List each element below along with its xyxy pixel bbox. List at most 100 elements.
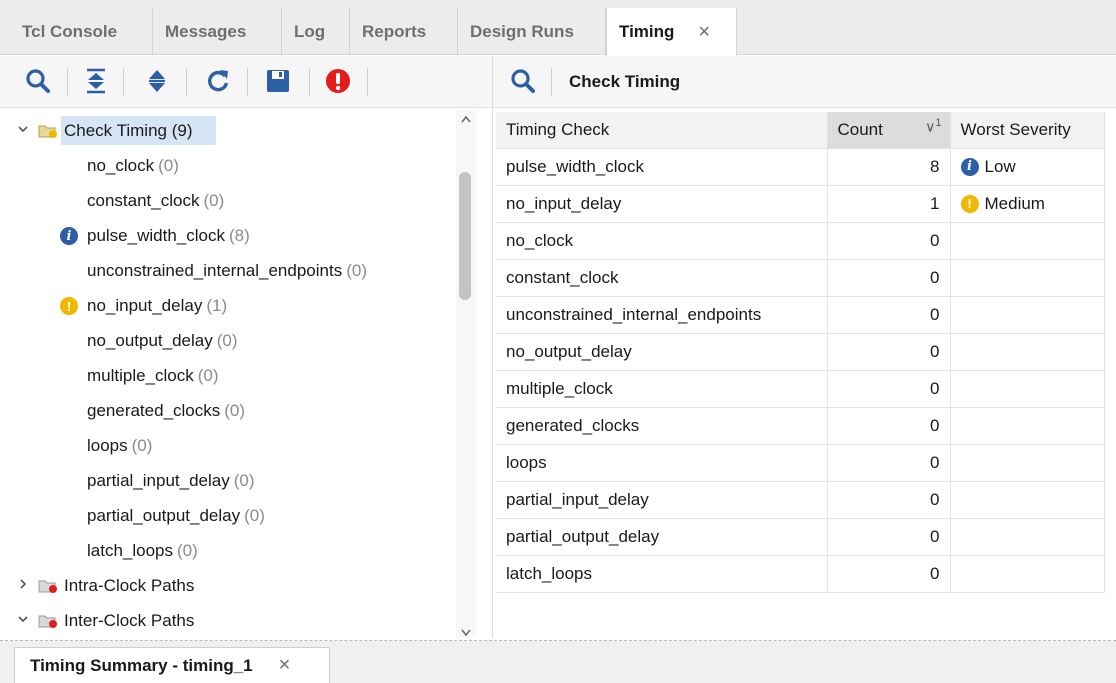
cell-check: no_clock [496, 222, 828, 260]
error-icon[interactable] [324, 66, 352, 96]
cell-check: generated_clocks [496, 407, 828, 445]
table-row[interactable]: partial_input_delay 0 [496, 481, 1105, 519]
table-row[interactable]: partial_output_delay 0 [496, 518, 1105, 556]
table-row[interactable]: no_input_delay 1 ! Medium [496, 185, 1105, 223]
info-icon: i [960, 157, 979, 176]
tab-timing-summary[interactable]: Timing Summary - timing_1 × [14, 647, 330, 683]
table-row[interactable]: no_clock 0 [496, 222, 1105, 260]
tree-toolbar [0, 56, 492, 108]
tree-item-label: constant_clock [87, 191, 200, 210]
tree-item-count: (0) [216, 331, 238, 350]
tree-item-generated-clocks[interactable]: generated_clocks (0) [0, 393, 460, 428]
column-header-label: Count [837, 119, 883, 139]
warning-icon: ! [960, 194, 979, 213]
tree-item-unconstrained-internal-endpoints[interactable]: unconstrained_internal_endpoints (0) [0, 253, 460, 288]
tree-item-no-clock[interactable]: no_clock (0) [0, 148, 460, 183]
tree-item-label: loops [87, 436, 128, 455]
table-row[interactable]: multiple_clock 0 [496, 370, 1105, 408]
close-icon[interactable]: × [279, 654, 291, 677]
timing-check-table: Timing Check Count ∨1 Worst Severity pul… [496, 112, 1105, 593]
info-icon: i [60, 227, 78, 245]
table-row[interactable]: pulse_width_clock 8 i Low [496, 148, 1105, 186]
tab-timing[interactable]: Timing × [606, 8, 737, 56]
table-row[interactable]: unconstrained_internal_endpoints 0 [496, 296, 1105, 334]
close-icon[interactable]: × [698, 21, 710, 44]
warning-icon: ! [60, 297, 78, 315]
tree-item-label: partial_input_delay [87, 471, 230, 490]
tab-log[interactable]: Log [282, 8, 350, 55]
table-row[interactable]: loops 0 [496, 444, 1105, 482]
cell-check: pulse_width_clock [496, 148, 828, 186]
tab-design-runs[interactable]: Design Runs [458, 8, 606, 55]
column-header-timing-check[interactable]: Timing Check [496, 112, 828, 149]
tree-vertical-scrollbar[interactable] [456, 110, 476, 638]
cell-check: unconstrained_internal_endpoints [496, 296, 828, 334]
table-row[interactable]: generated_clocks 0 [496, 407, 1105, 445]
table-row[interactable]: latch_loops 0 [496, 555, 1105, 593]
cell-count: 0 [827, 259, 951, 297]
expand-all-icon[interactable] [143, 66, 171, 96]
severity-label: Low [984, 156, 1016, 176]
tree-item-pulse-width-clock[interactable]: i pulse_width_clock (8) [0, 218, 460, 253]
tab-messages[interactable]: Messages [153, 8, 282, 55]
tab-label: Messages [165, 21, 247, 41]
tree-group-label: Intra-Clock Paths [64, 576, 195, 595]
cell-check: no_input_delay [496, 185, 828, 223]
tab-label: Log [294, 21, 326, 41]
search-icon[interactable] [509, 66, 537, 96]
tree-root-check-timing[interactable]: Check Timing (9) [0, 113, 460, 148]
pane-splitter[interactable] [492, 56, 493, 638]
save-icon[interactable] [264, 66, 292, 96]
tree-item-multiple-clock[interactable]: multiple_clock (0) [0, 358, 460, 393]
tree-item-label: pulse_width_clock [87, 226, 225, 245]
severity-label: Medium [984, 193, 1045, 213]
toolbar-separator [186, 68, 187, 96]
page-title: Check Timing [569, 72, 681, 91]
cell-severity [950, 481, 1105, 519]
scrollbar-thumb[interactable] [459, 172, 471, 300]
cell-count: 8 [827, 148, 951, 186]
tree-item-count: (0) [244, 506, 265, 525]
tree-item-count: (0) [158, 156, 179, 175]
tab-label: Reports [362, 21, 427, 41]
scroll-up-icon[interactable] [460, 114, 472, 124]
cell-severity [950, 370, 1105, 408]
column-header-worst-severity[interactable]: Worst Severity [950, 112, 1105, 149]
tree-item-count: (0) [233, 471, 255, 490]
folder-error-icon [38, 615, 57, 628]
tree-item-loops[interactable]: loops (0) [0, 428, 460, 463]
toolbar-separator [367, 68, 368, 96]
tree-item-latch-loops[interactable]: latch_loops (0) [0, 533, 460, 568]
chevron-down-icon[interactable] [16, 122, 30, 136]
refresh-icon[interactable] [204, 66, 232, 96]
tree-item-partial-output-delay[interactable]: partial_output_delay (0) [0, 498, 460, 533]
cell-severity [950, 555, 1105, 593]
panel-tab-bar: Tcl Console Messages Log Reports Design … [0, 0, 1116, 56]
cell-count: 0 [827, 222, 951, 260]
tree-item-constant-clock[interactable]: constant_clock (0) [0, 183, 460, 218]
column-header-count[interactable]: Count ∨1 [827, 112, 951, 149]
cell-severity [950, 444, 1105, 482]
cell-count: 0 [827, 481, 951, 519]
tree-item-count: (0) [131, 436, 153, 455]
chevron-down-icon[interactable] [16, 612, 30, 626]
tree-group-intra-clock-paths[interactable]: Intra-Clock Paths [0, 568, 460, 603]
tree-group-inter-clock-paths[interactable]: Inter-Clock Paths [0, 603, 460, 638]
tree-item-label: generated_clocks [87, 401, 221, 420]
tab-reports[interactable]: Reports [350, 8, 458, 55]
toolbar-separator [247, 68, 248, 96]
tree-item-partial-input-delay[interactable]: partial_input_delay (0) [0, 463, 460, 498]
chevron-right-icon[interactable] [16, 577, 30, 591]
table-row[interactable]: no_output_delay 0 [496, 333, 1105, 371]
cell-count: 0 [827, 518, 951, 556]
cell-severity [950, 296, 1105, 334]
toolbar-separator [309, 68, 310, 96]
tree-item-no-input-delay[interactable]: ! no_input_delay (1) [0, 288, 460, 323]
search-icon[interactable] [24, 66, 52, 96]
results-tab-bar: Timing Summary - timing_1 × [0, 641, 1116, 683]
scroll-down-icon[interactable] [460, 628, 472, 638]
table-row[interactable]: constant_clock 0 [496, 259, 1105, 297]
tree-item-no-output-delay[interactable]: no_output_delay (0) [0, 323, 460, 358]
collapse-all-icon[interactable] [82, 66, 110, 96]
tab-tcl-console[interactable]: Tcl Console [10, 8, 153, 55]
